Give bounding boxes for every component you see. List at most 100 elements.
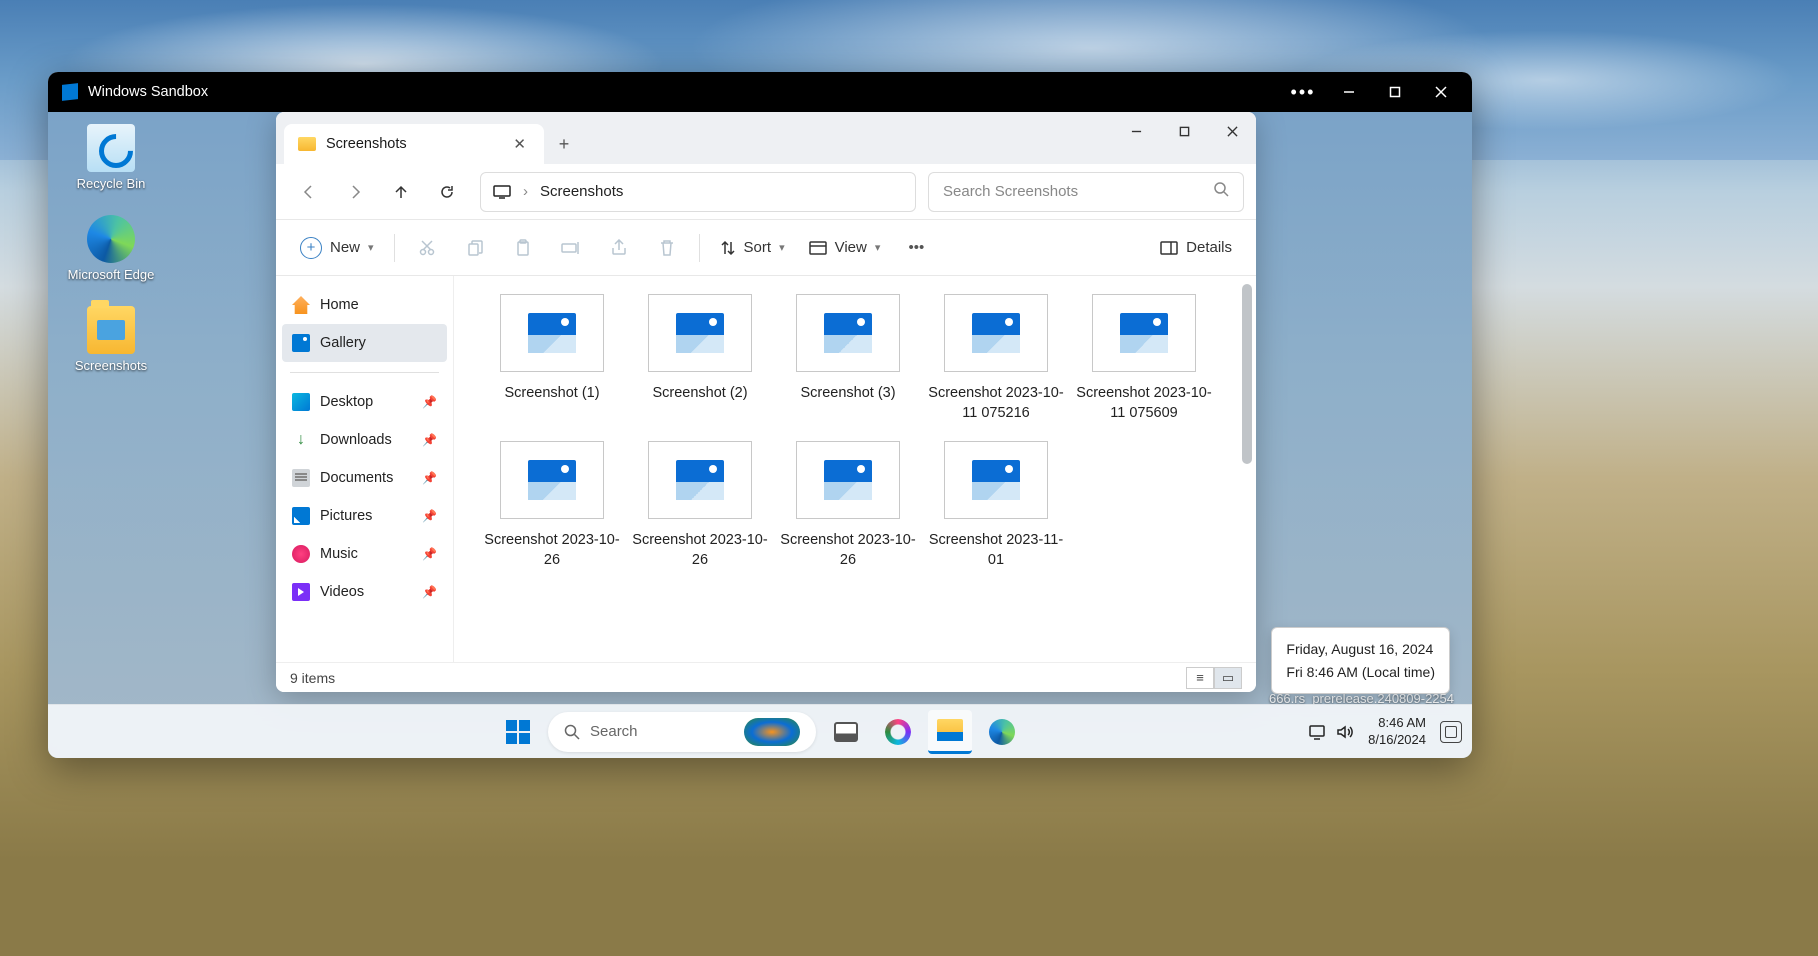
up-button[interactable] (380, 172, 422, 212)
image-icon (676, 460, 724, 500)
sidebar-item-gallery[interactable]: Gallery (282, 324, 447, 362)
scrollbar[interactable] (1240, 276, 1254, 662)
search-highlight-icon (744, 718, 800, 746)
search-icon (1214, 182, 1229, 201)
pin-icon: 📌 (422, 547, 437, 561)
sidebar-item-downloads[interactable]: ↓Downloads📌 (282, 421, 447, 459)
sidebar-item-pictures[interactable]: Pictures📌 (282, 497, 447, 535)
explorer-file-area[interactable]: Screenshot (1)Screenshot (2)Screenshot (… (454, 276, 1256, 662)
cut-button[interactable] (405, 228, 449, 268)
documents-icon (292, 469, 310, 487)
icons-view-toggle[interactable]: ▭ (1214, 667, 1242, 689)
network-icon[interactable] (1308, 724, 1326, 740)
sandbox-more-button[interactable]: ••• (1280, 72, 1326, 112)
explorer-icon (937, 719, 963, 741)
taskbar-search[interactable]: Search (548, 712, 816, 752)
file-item[interactable]: Screenshot 2023-11-01 (922, 441, 1070, 570)
desktop-icon-screenshots[interactable]: Screenshots (56, 302, 166, 377)
sidebar-item-desktop[interactable]: Desktop📌 (282, 383, 447, 421)
sort-button[interactable]: Sort ▾ (710, 228, 795, 268)
taskbar-app-explorer[interactable] (928, 710, 972, 754)
image-icon (972, 460, 1020, 500)
file-item[interactable]: Screenshot (3) (774, 294, 922, 423)
tab-title: Screenshots (326, 136, 407, 152)
new-button[interactable]: + New ▾ (290, 228, 384, 268)
tab-close-button[interactable]: ✕ (509, 131, 530, 157)
share-button[interactable] (597, 228, 641, 268)
desktop-icon (292, 393, 310, 411)
explorer-close-button[interactable] (1208, 112, 1256, 150)
file-item[interactable]: Screenshot 2023-10-26 (478, 441, 626, 570)
paste-button[interactable] (501, 228, 545, 268)
explorer-tab-bar: Screenshots ✕ + (276, 112, 1256, 164)
file-thumbnail (796, 441, 900, 519)
file-thumbnail (796, 294, 900, 372)
file-name: Screenshot (3) (774, 384, 922, 404)
monitor-icon (493, 185, 511, 199)
file-name: Screenshot 2023-11-01 (922, 531, 1070, 570)
rename-button[interactable] (549, 228, 593, 268)
new-tab-button[interactable]: + (544, 124, 584, 164)
taskbar-app-copilot[interactable] (876, 710, 920, 754)
volume-icon[interactable] (1336, 724, 1354, 740)
explorer-tab[interactable]: Screenshots ✕ (284, 124, 544, 164)
file-item[interactable]: Screenshot 2023-10-26 (774, 441, 922, 570)
image-icon (676, 313, 724, 353)
forward-button[interactable] (334, 172, 376, 212)
file-item[interactable]: Screenshot 2023-10-11 075216 (922, 294, 1070, 423)
notifications-button[interactable] (1440, 721, 1462, 743)
sidebar-item-home[interactable]: Home (282, 286, 447, 324)
copilot-icon (885, 719, 911, 745)
pin-icon: 📌 (422, 509, 437, 523)
view-button[interactable]: View ▾ (799, 228, 891, 268)
sandbox-titlebar[interactable]: Windows Sandbox ••• (48, 72, 1472, 112)
file-name: Screenshot (2) (626, 384, 774, 404)
music-icon (292, 545, 310, 563)
file-thumbnail (944, 441, 1048, 519)
delete-button[interactable] (645, 228, 689, 268)
desktop-icon-recycle-bin[interactable]: Recycle Bin (56, 120, 166, 195)
sort-icon (720, 240, 736, 256)
search-input[interactable]: Search Screenshots (928, 172, 1244, 212)
file-thumbnail (1092, 294, 1196, 372)
explorer-toolbar: + New ▾ Sort ▾ View (276, 220, 1256, 276)
videos-icon (292, 583, 310, 601)
scrollbar-thumb[interactable] (1242, 284, 1252, 464)
taskbar-app-edge[interactable] (980, 710, 1024, 754)
details-view-toggle[interactable]: ≡ (1186, 667, 1214, 689)
sandbox-desktop[interactable]: Recycle Bin Microsoft Edge Screenshots S… (48, 112, 1472, 758)
file-thumbnail (648, 441, 752, 519)
sandbox-window: Windows Sandbox ••• Recycle Bin Microsof… (48, 72, 1472, 758)
refresh-button[interactable] (426, 172, 468, 212)
sandbox-maximize-button[interactable] (1372, 72, 1418, 112)
details-pane-button[interactable]: Details (1150, 228, 1242, 268)
start-button[interactable] (496, 710, 540, 754)
image-icon (824, 313, 872, 353)
explorer-maximize-button[interactable] (1160, 112, 1208, 150)
sidebar-item-videos[interactable]: Videos📌 (282, 573, 447, 611)
file-item[interactable]: Screenshot 2023-10-11 075609 (1070, 294, 1218, 423)
sandbox-minimize-button[interactable] (1326, 72, 1372, 112)
taskbar-clock[interactable]: 8:46 AM 8/16/2024 (1368, 715, 1426, 748)
address-bar[interactable]: › Screenshots (480, 172, 916, 212)
image-icon (1120, 313, 1168, 353)
folder-icon (298, 137, 316, 151)
taskbar-app-taskview[interactable] (824, 710, 868, 754)
sidebar-item-documents[interactable]: Documents📌 (282, 459, 447, 497)
file-item[interactable]: Screenshot 2023-10-26 (626, 441, 774, 570)
back-button[interactable] (288, 172, 330, 212)
explorer-minimize-button[interactable] (1112, 112, 1160, 150)
file-item[interactable]: Screenshot (1) (478, 294, 626, 423)
sandbox-close-button[interactable] (1418, 72, 1464, 112)
recycle-bin-icon (87, 124, 135, 172)
image-icon (972, 313, 1020, 353)
file-explorer-window: Screenshots ✕ + › Screenshots (276, 112, 1256, 692)
breadcrumb-current[interactable]: Screenshots (540, 183, 623, 200)
copy-button[interactable] (453, 228, 497, 268)
file-item[interactable]: Screenshot (2) (626, 294, 774, 423)
more-options-button[interactable]: ••• (894, 228, 938, 268)
folder-icon (87, 306, 135, 354)
desktop-icon-edge[interactable]: Microsoft Edge (56, 211, 166, 286)
taskbar[interactable]: Search 8:46 AM 8/16/2024 (48, 704, 1472, 758)
sidebar-item-music[interactable]: Music📌 (282, 535, 447, 573)
